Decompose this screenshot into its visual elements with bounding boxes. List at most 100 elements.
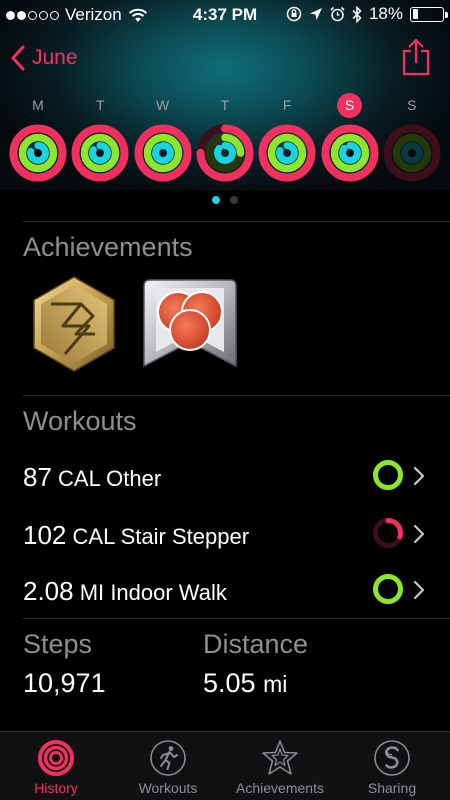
activity-rings-icon [258, 124, 316, 182]
distance-value: 5.05 mi [203, 668, 287, 699]
share-icon [402, 38, 430, 76]
day-letter: M [7, 92, 69, 118]
steps-value: 10,971 [23, 668, 106, 698]
running-figure-icon [150, 740, 186, 776]
activity-rings-icon [134, 124, 192, 182]
day-letter: S [381, 92, 443, 118]
tab-achievements-label: Achievements [236, 780, 324, 796]
workout-ring-icon [373, 518, 403, 548]
page-indicator [0, 196, 450, 204]
workout-ring [373, 574, 403, 604]
activity-rings-icon [196, 124, 254, 182]
location-icon [309, 8, 322, 20]
activity-rings-icon [71, 124, 129, 182]
workout-value: 2.08 [23, 576, 74, 606]
distance-number: 5.05 [203, 668, 256, 698]
day-letter: F [256, 92, 318, 118]
day-letter: T [194, 92, 256, 118]
workout-record-badge[interactable] [140, 274, 240, 379]
workout-ring-icon [373, 460, 403, 490]
tab-achievements[interactable]: Achievements [224, 732, 336, 800]
page-dot[interactable] [212, 196, 220, 204]
workout-summary: 87 CAL Other [23, 462, 161, 493]
chevron-right-icon [413, 580, 425, 600]
week-rings-strip: MTWTFSS [0, 92, 450, 192]
workout-summary: 2.08 MI Indoor Walk [23, 576, 227, 607]
day-letter: T [69, 92, 131, 118]
workout-row[interactable]: 87 CAL Other [0, 447, 450, 503]
stand-ring [213, 142, 236, 164]
day-4[interactable]: F [256, 92, 318, 182]
perfect-week-badge[interactable] [29, 274, 119, 379]
distance-label: Distance [203, 629, 309, 659]
stand-ring-track [400, 142, 423, 164]
workout-unit: CAL [72, 524, 115, 549]
achievements-heading: Achievements [23, 232, 193, 262]
activity-rings-icon [321, 124, 378, 182]
stand-ring [89, 142, 112, 164]
page-dot[interactable] [230, 196, 238, 204]
workout-summary: 102 CAL Stair Stepper [23, 520, 249, 551]
day-letter-text: F [282, 97, 292, 113]
day-2[interactable]: W [132, 92, 194, 182]
workouts-heading: Workouts [23, 406, 137, 436]
tab-workouts-label: Workouts [138, 780, 198, 796]
share-button[interactable] [402, 38, 430, 81]
activity-rings-icon [383, 124, 441, 182]
workout-name: Stair Stepper [120, 524, 250, 549]
workout-row[interactable]: 102 CAL Stair Stepper [0, 505, 450, 561]
tab-workouts[interactable]: Workouts [112, 732, 224, 800]
history-rings-icon [38, 740, 74, 776]
workout-name: Indoor Walk [110, 580, 227, 605]
workout-ring [373, 460, 403, 490]
tab-sharing[interactable]: Sharing [336, 732, 448, 800]
day-letter: S [319, 92, 381, 118]
header: Verizon 4:37 PM 18% June M T W T F S S [0, 0, 450, 190]
battery-icon [410, 6, 448, 22]
rotation-lock-icon [286, 6, 302, 22]
sharing-icon [374, 740, 410, 776]
back-button-label: June [32, 46, 78, 69]
day-letter-text: T [220, 97, 230, 113]
chevron-left-icon [11, 45, 25, 71]
chevron-right-icon [413, 524, 425, 544]
workout-row[interactable]: 2.08 MI Indoor Walk [0, 561, 450, 617]
tab-sharing-label: Sharing [367, 780, 417, 796]
divider [23, 618, 450, 619]
tab-history-label: History [34, 780, 78, 796]
tab-bar: History Workouts Achievements Sharing [0, 731, 450, 800]
day-letter-text: W [155, 97, 170, 113]
workout-value: 87 [23, 462, 52, 492]
day-6[interactable]: S [381, 92, 443, 182]
day-0[interactable]: M [7, 92, 69, 182]
star-badge-icon [262, 740, 298, 775]
distance-unit: mi [263, 671, 288, 697]
chevron-right-icon [413, 466, 425, 486]
stand-ring [276, 142, 299, 164]
day-letter: W [132, 92, 194, 118]
stand-ring [338, 142, 361, 164]
alarm-icon [330, 6, 345, 22]
stand-ring [151, 142, 174, 164]
back-button[interactable]: June [10, 44, 78, 72]
divider [23, 395, 450, 396]
day-3[interactable]: T [194, 92, 256, 182]
tab-history[interactable]: History [0, 732, 112, 800]
workout-ring-icon [373, 574, 403, 604]
activity-rings-icon [9, 124, 67, 182]
status-bar: Verizon 4:37 PM 18% [0, 0, 450, 30]
day-5[interactable]: S [319, 92, 381, 182]
divider [23, 221, 450, 222]
workout-unit: CAL [58, 466, 101, 491]
workout-unit: MI [79, 580, 105, 605]
bluetooth-icon [352, 5, 362, 23]
workout-value: 102 [23, 520, 67, 550]
steps-label: Steps [23, 629, 93, 659]
day-1[interactable]: T [69, 92, 131, 182]
battery-percent: 18% [368, 4, 403, 23]
workout-name: Other [106, 466, 162, 491]
day-letter-text: S [337, 92, 362, 118]
day-letter-text: S [407, 97, 417, 113]
day-letter-text: T [96, 97, 105, 113]
day-letter-text: M [32, 97, 44, 113]
